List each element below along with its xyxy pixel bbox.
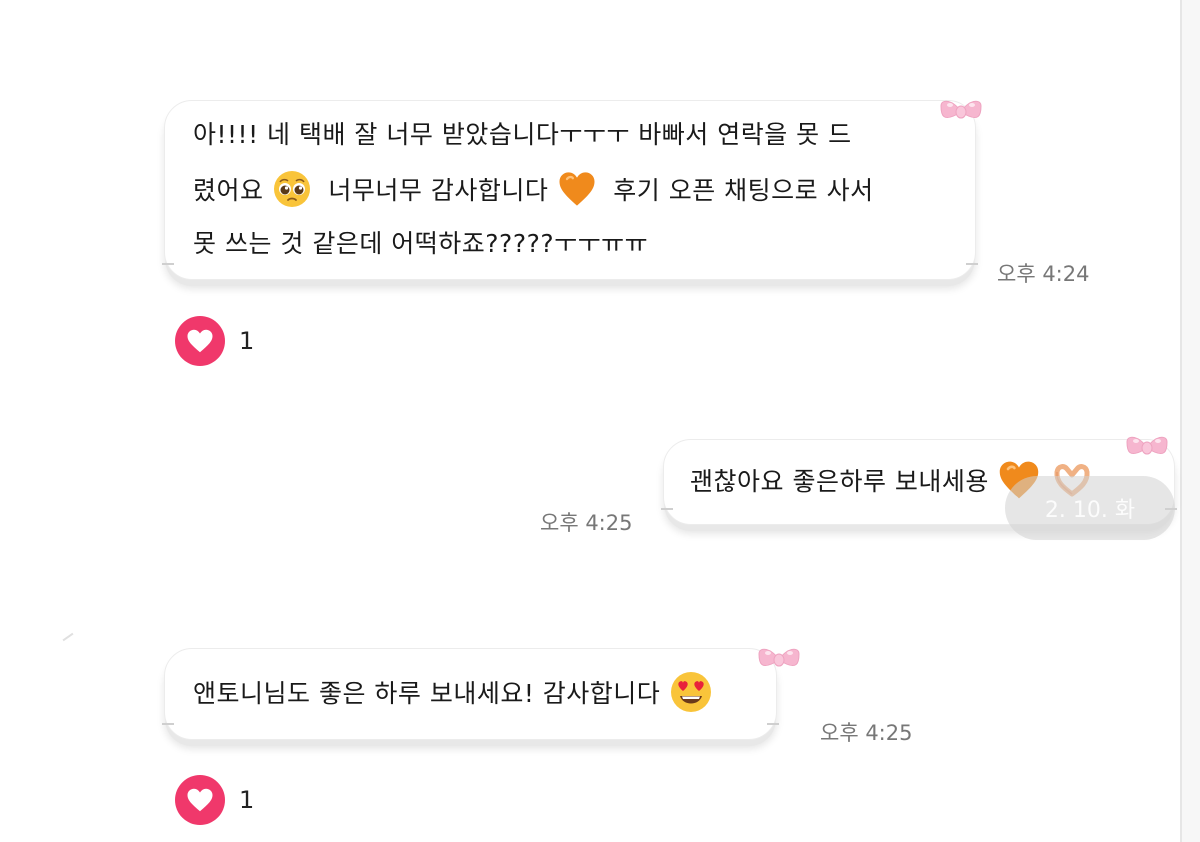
pleading-face-emoji [273, 171, 310, 207]
message-timestamp: 오후 4:25 [820, 721, 913, 745]
message-text-segment: 너무너무 감사합니다 [328, 176, 549, 205]
heart-icon[interactable] [175, 775, 225, 825]
message-text-line-3: 못 쓰는 것 같은데 어떡하죠?????ㅜㅜㅠㅠ [193, 229, 649, 258]
message-text-segment: 후기 오픈 채팅으로 사서 [613, 176, 874, 205]
message-timestamp: 오후 4:24 [997, 262, 1090, 286]
message-bubble-received-1[interactable]: 아!!!! 네 택배 잘 너무 받았습니다ㅜㅜㅜ 바빠서 연락을 못 드 렸어요… [162, 100, 978, 280]
message-bubble-received-2[interactable]: 앤토니님도 좋은 하루 보내세요! 감사합니다 [162, 648, 779, 740]
right-edge-divider [1180, 0, 1182, 842]
reaction-count: 1 [239, 786, 255, 814]
bubble-stitch-decoration [767, 711, 779, 725]
message-timestamp: 오후 4:25 [540, 511, 633, 535]
heart-icon[interactable] [175, 316, 225, 366]
right-edge-panel [1182, 0, 1200, 842]
orange-heart-emoji [557, 169, 597, 209]
pink-bow-icon [1124, 432, 1170, 464]
bubble-stitch-decoration [162, 251, 174, 265]
message-reaction[interactable]: 1 [175, 775, 254, 825]
message-text: 앤토니님도 좋은 하루 보내세요! 감사합니다 [193, 679, 661, 708]
date-overlay: 2. 10. 화 [1005, 476, 1175, 540]
message-text: 괜찮아요 좋은하루 보내세용 [690, 467, 989, 496]
pink-bow-icon [756, 644, 802, 676]
message-text-segment: 렸어요 [193, 176, 264, 205]
bubble-stitch-decoration [966, 251, 978, 265]
message-reaction[interactable]: 1 [175, 316, 254, 366]
reaction-count: 1 [239, 327, 255, 355]
pink-bow-icon [938, 96, 984, 128]
bubble-stitch-decoration [661, 496, 673, 510]
decorative-mark [62, 632, 74, 642]
message-text-line-1: 아!!!! 네 택배 잘 너무 받았습니다ㅜㅜㅜ 바빠서 연락을 못 드 [193, 120, 852, 149]
bubble-stitch-decoration [162, 711, 174, 725]
message-text-line-2: 렸어요 너무너무 감사합니다 후기 오픈 채팅으로 사서 [193, 163, 975, 219]
heart-eyes-emoji [670, 672, 711, 712]
